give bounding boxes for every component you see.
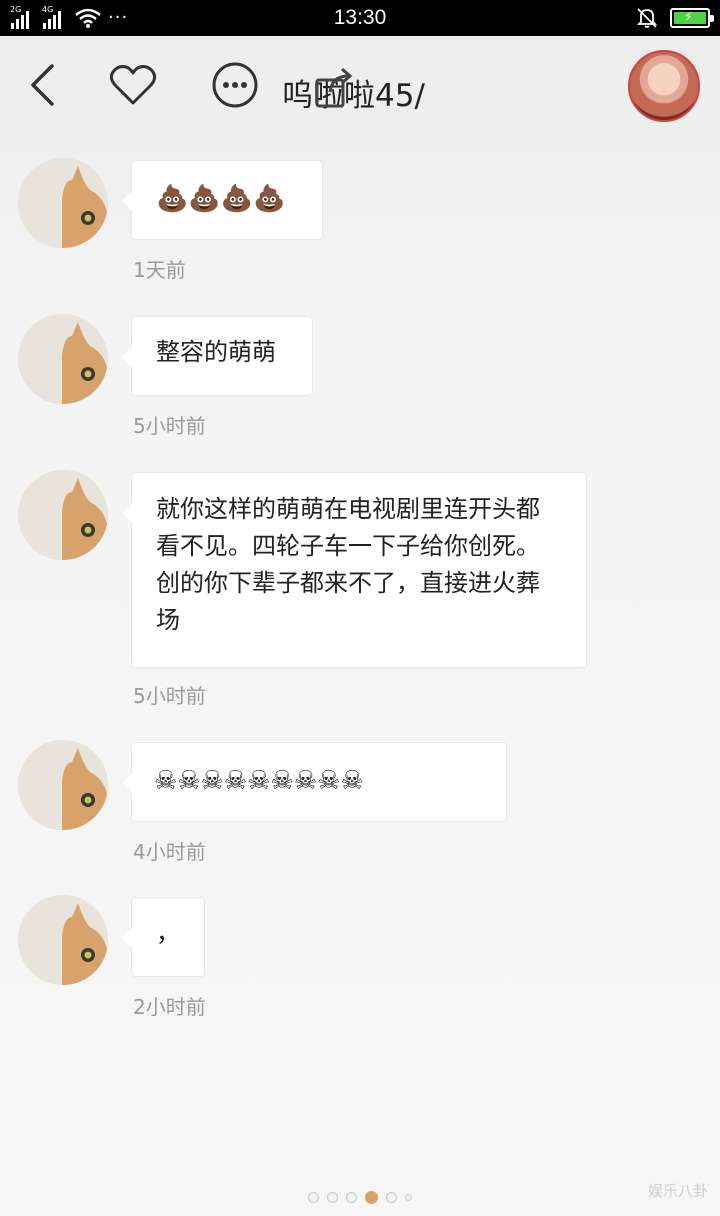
cat-avatar-icon xyxy=(18,314,108,404)
page-dot[interactable] xyxy=(327,1192,338,1203)
avatar[interactable] xyxy=(18,314,108,404)
cat-avatar-icon xyxy=(18,895,108,985)
heart-icon xyxy=(109,65,157,105)
page-dot[interactable] xyxy=(386,1192,397,1203)
more-button[interactable] xyxy=(210,60,260,110)
message-time: 1天前 xyxy=(133,258,186,282)
battery-charging-icon: ⚡ xyxy=(670,8,714,28)
cat-avatar-icon xyxy=(18,158,108,248)
chat-header: 呜啦啦45/ xyxy=(0,36,720,136)
message-bubble: 就你这样的萌萌在电视剧里连开头都看不见。四轮子车一下子给你创死。创的你下辈子都来… xyxy=(122,472,587,668)
page-indicator xyxy=(0,1191,720,1204)
share-icon[interactable] xyxy=(312,66,356,110)
avatar[interactable] xyxy=(18,158,108,248)
message-time: 4小时前 xyxy=(133,840,206,864)
message-time: 2小时前 xyxy=(133,995,206,1019)
message-bubble: 💩💩💩💩 xyxy=(122,160,323,240)
page-dot[interactable] xyxy=(308,1192,319,1203)
page-dot[interactable] xyxy=(346,1192,357,1203)
more-icon xyxy=(212,62,258,108)
message-bubble: ☠☠☠☠☠☠☠☠☠ xyxy=(122,742,507,822)
page-dot[interactable] xyxy=(365,1191,378,1204)
page-dot[interactable] xyxy=(405,1194,412,1201)
message-time: 5小时前 xyxy=(133,414,206,438)
cat-avatar-icon xyxy=(18,470,108,560)
message-bubble: 整容的萌萌 xyxy=(122,316,313,396)
like-button[interactable] xyxy=(108,60,158,110)
avatar[interactable] xyxy=(18,895,108,985)
back-button[interactable] xyxy=(18,60,68,110)
watermark: 娱乐八卦 xyxy=(647,1182,708,1200)
avatar[interactable] xyxy=(18,470,108,560)
avatar[interactable] xyxy=(18,740,108,830)
message-time: 5小时前 xyxy=(133,684,206,708)
back-icon xyxy=(31,64,54,106)
bell-muted-icon xyxy=(636,8,658,28)
message-bubble: ， xyxy=(122,897,205,977)
avatar[interactable] xyxy=(628,50,700,122)
cat-avatar-icon xyxy=(18,740,108,830)
clock: 13:30 xyxy=(333,6,387,29)
status-bar: 2G 4G ··· 13:30 ⚡ xyxy=(0,0,720,36)
